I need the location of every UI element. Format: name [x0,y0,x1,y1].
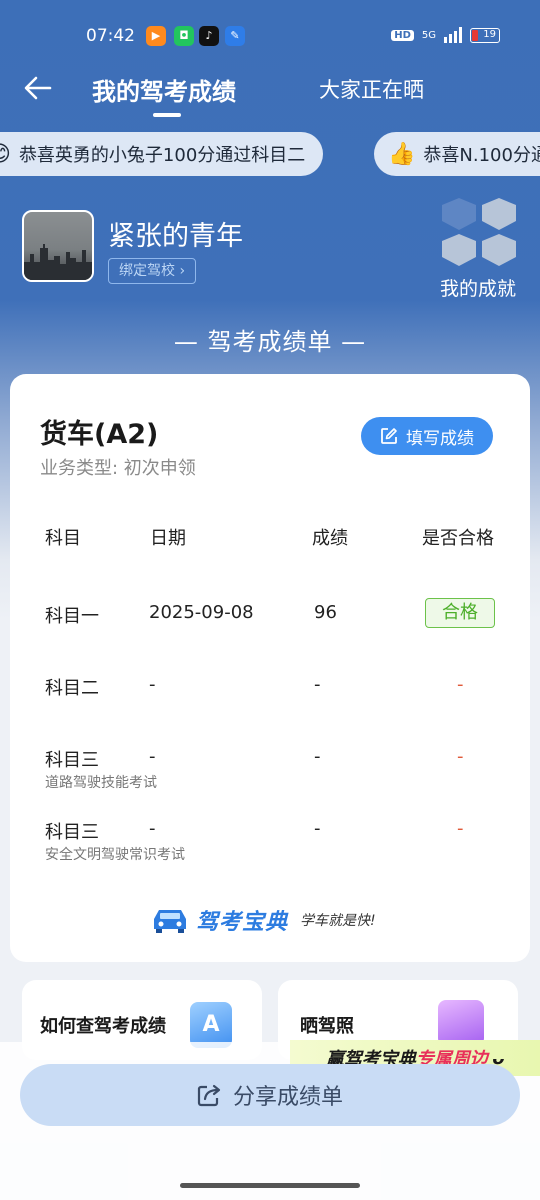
report-title: — 驾考成绩单 — [173,328,367,356]
row-subject: 科目三 [45,822,99,843]
tab-my-scores[interactable]: 我的驾考成绩 [92,72,236,107]
status-indicators: HD 5G 19 [391,27,500,43]
network-label: 5G [421,29,436,41]
back-arrow-icon[interactable] [22,72,54,104]
tiktok-icon: ♪ [199,26,219,46]
profile-section: 紧张的青年 绑定驾校 › 我的成就 [0,196,540,306]
active-tab-indicator [153,113,181,117]
top-nav: 我的驾考成绩 大家正在晒 [0,62,540,122]
row-date: - [149,818,156,839]
achievement-badges[interactable] [442,198,518,266]
bind-school-button[interactable]: 绑定驾校 › [108,258,197,284]
app-icon: ◘ [174,26,194,46]
row-score: - [314,746,321,767]
badge-icon [442,234,476,266]
ticker-text: 恭喜英勇的小兔子100分通过科目二 [18,145,306,166]
badge-icon [482,198,516,230]
pass-badge: 合格 [425,598,495,628]
tab-everyone-sharing[interactable]: 大家正在晒 [319,74,424,104]
vehicle-type: 货车(A2) [40,419,159,450]
row-passed: - [457,746,464,767]
row-passed: - [457,674,464,695]
score-card: 货车(A2) 业务类型: 初次申领 填写成绩 科目 日期 成绩 是否合格 科目一… [10,374,530,962]
home-indicator[interactable] [180,1183,360,1188]
row-passed: - [457,818,464,839]
battery-icon: 19 [470,27,500,43]
share-icon [197,1084,221,1107]
thumbs-up-icon: 👍 [388,141,416,167]
congrats-ticker: 😊 恭喜英勇的小兔子100分通过科目二 👍 恭喜N.100分通 [0,132,540,178]
business-type: 业务类型: 初次申领 [40,458,196,479]
share-report-label: 分享成绩单 [232,1085,343,1110]
row-note: 安全文明驾驶常识考试 [45,847,185,863]
hd-badge: HD [391,29,414,41]
browser-icon: ✎ [225,26,245,46]
ticker-text: 恭喜N.100分通 [423,145,540,166]
ticker-item: 👍 恭喜N.100分通 [374,132,540,176]
bind-school-label: 绑定驾校 [119,263,175,279]
username: 紧张的青年 [108,221,243,252]
show-license-label: 晒驾照 [300,1016,354,1037]
badge-icon [482,234,516,266]
row-subject: 科目三 [45,750,99,771]
brand-slogan: 学车就是快! [300,913,376,929]
ticker-item: 😊 恭喜英勇的小兔子100分通过科目二 [0,132,324,176]
header-date: 日期 [150,528,186,549]
fill-score-label: 填写成绩 [406,428,474,449]
video-app-icon: ▶ [146,26,166,46]
city-skyline-image [24,244,92,280]
row-date: - [149,674,156,695]
share-report-button[interactable]: 分享成绩单 [20,1064,520,1126]
badge-icon [442,198,476,230]
row-subject: 科目二 [45,678,99,699]
status-time: 07:42 [86,26,135,46]
header-subject: 科目 [45,528,81,549]
header-score: 成绩 [312,528,348,549]
row-date: 2025-09-08 [149,602,254,623]
avatar[interactable] [22,210,94,282]
header-passed: 是否合格 [422,528,494,549]
row-score: - [314,674,321,695]
row-note: 道路驾驶技能考试 [45,775,157,791]
brand-logo: 驾考宝典 学车就是快! [150,902,376,938]
chevron-right-icon: › [175,263,186,279]
row-score: 96 [314,602,337,623]
brand-name: 驾考宝典 [196,910,289,935]
my-achievements-label[interactable]: 我的成就 [440,274,516,301]
smile-emoji-icon: 😊 [0,142,11,167]
fill-score-button[interactable]: 填写成绩 [361,417,493,455]
row-date: - [149,746,156,767]
battery-level: 19 [483,28,496,40]
signal-icon [444,27,462,43]
how-to-check-label: 如何查驾考成绩 [40,1016,166,1037]
edit-icon [381,428,397,444]
row-score: - [314,818,321,839]
car-logo-icon [154,910,186,933]
row-subject: 科目一 [45,606,99,627]
